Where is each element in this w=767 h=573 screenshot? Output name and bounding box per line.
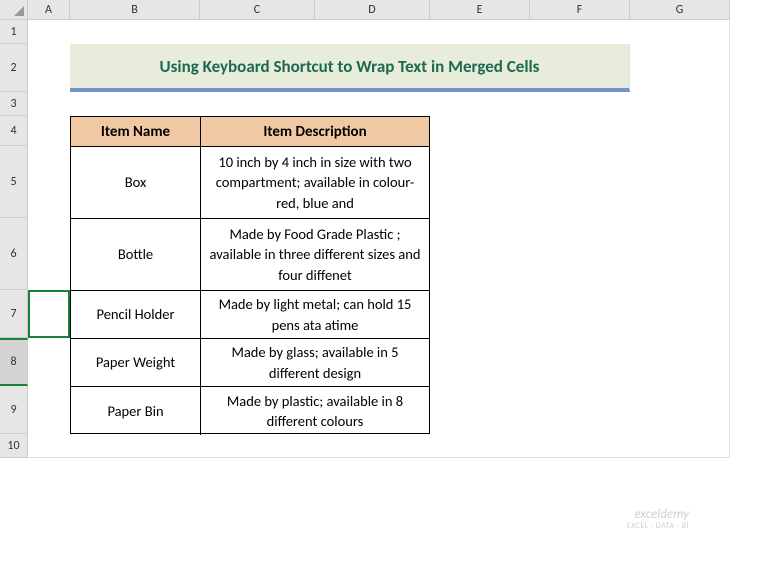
- row-header-2[interactable]: 2: [0, 44, 28, 92]
- spreadsheet-grid: A B C D E F G 1 2 3 4 5 6 7 8 9 10 Using…: [0, 0, 767, 458]
- col-header-A[interactable]: A: [28, 0, 70, 20]
- cell-name-4[interactable]: Paper Bin: [71, 387, 201, 435]
- row-header-6[interactable]: 6: [0, 218, 28, 290]
- row-header-10[interactable]: 10: [0, 434, 28, 458]
- title-cell[interactable]: Using Keyboard Shortcut to Wrap Text in …: [70, 44, 630, 92]
- watermark-main: exceldemy: [627, 508, 689, 522]
- header-item-name[interactable]: Item Name: [71, 117, 201, 147]
- select-all-corner[interactable]: [0, 0, 28, 20]
- cell-desc-3[interactable]: Made by glass; available in 5 different …: [201, 339, 429, 387]
- watermark-sub: EXCEL · DATA · BI: [627, 522, 689, 531]
- col-header-F[interactable]: F: [530, 0, 630, 20]
- cell-name-1[interactable]: Bottle: [71, 219, 201, 291]
- header-item-desc[interactable]: Item Description: [201, 117, 429, 147]
- row-header-3[interactable]: 3: [0, 92, 28, 116]
- cell-desc-4[interactable]: Made by plastic; available in 8 differen…: [201, 387, 429, 435]
- page-title: Using Keyboard Shortcut to Wrap Text in …: [160, 56, 540, 77]
- row-header-7[interactable]: 7: [0, 290, 28, 338]
- row-header-5[interactable]: 5: [0, 146, 28, 218]
- col-header-E[interactable]: E: [430, 0, 530, 20]
- col-header-G[interactable]: G: [630, 0, 730, 20]
- watermark: exceldemy EXCEL · DATA · BI: [627, 508, 689, 531]
- row-header-4[interactable]: 4: [0, 116, 28, 146]
- row-header-1[interactable]: 1: [0, 20, 28, 44]
- cell-name-0[interactable]: Box: [71, 147, 201, 219]
- cell-desc-2[interactable]: Made by light metal; can hold 15 pens at…: [201, 291, 429, 339]
- row-header-8[interactable]: 8: [0, 338, 28, 386]
- cell-desc-1[interactable]: Made by Food Grade Plastic ; available i…: [201, 219, 429, 291]
- cell-name-3[interactable]: Paper Weight: [71, 339, 201, 387]
- col-header-C[interactable]: C: [200, 0, 315, 20]
- col-header-D[interactable]: D: [315, 0, 430, 20]
- cell-name-2[interactable]: Pencil Holder: [71, 291, 201, 339]
- cell-desc-0[interactable]: 10 inch by 4 inch in size with two compa…: [201, 147, 429, 219]
- row-header-9[interactable]: 9: [0, 386, 28, 434]
- col-header-B[interactable]: B: [70, 0, 200, 20]
- data-table: Item Name Item Description Box 10 inch b…: [70, 116, 430, 434]
